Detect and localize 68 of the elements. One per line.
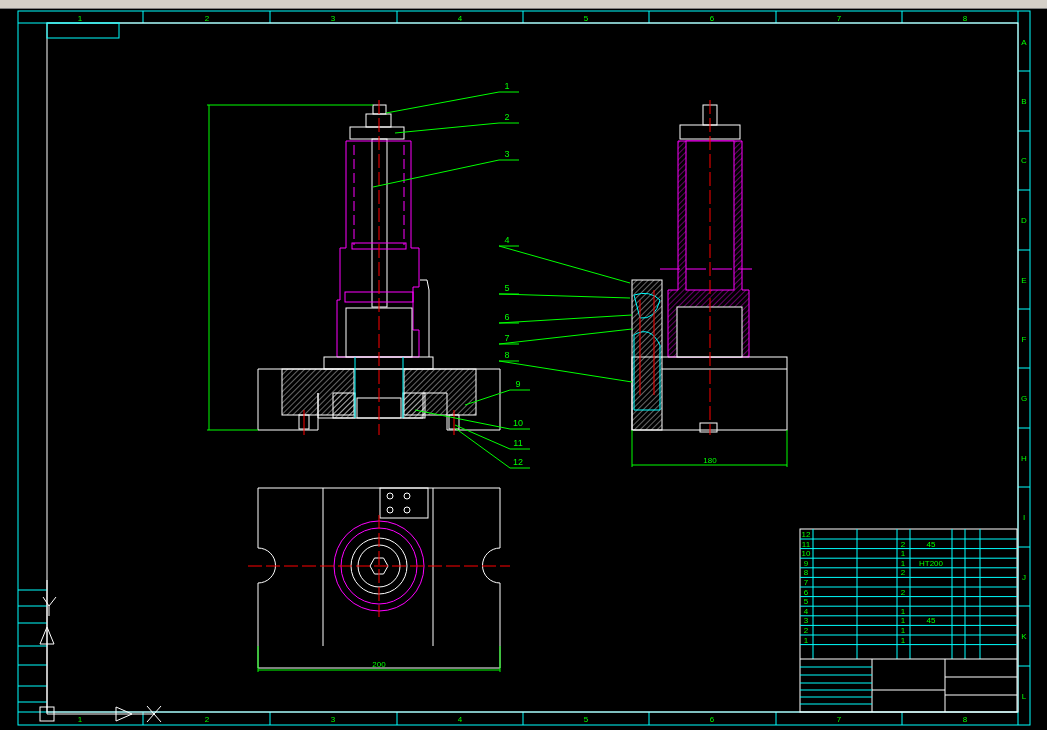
part-number: 10 (801, 549, 811, 559)
row-label: E (1021, 276, 1027, 285)
column-label: 5 (583, 14, 589, 23)
part-quantity: 2 (900, 587, 906, 597)
column-label: 4 (457, 14, 463, 23)
row-label: C (1021, 156, 1027, 165)
row-label: G (1020, 394, 1028, 403)
part-quantity: 1 (900, 626, 906, 635)
part-number: 6 (803, 587, 809, 597)
column-label: 2 (204, 715, 210, 724)
leader-line (464, 389, 531, 406)
column-label: 6 (709, 715, 715, 724)
balloon-number: 6 (504, 312, 510, 322)
dimension-text: 180 (703, 456, 717, 465)
row-label: F (1021, 335, 1027, 344)
balloon-number: 3 (504, 149, 510, 159)
part-quantity: 1 (900, 616, 906, 626)
column-label: 8 (962, 14, 968, 23)
column-label: 3 (330, 715, 336, 724)
part-number: 11 (801, 539, 811, 549)
column-label: 8 (962, 715, 968, 724)
part-number: 7 (803, 578, 809, 587)
column-label: 1 (77, 715, 83, 724)
row-label: H (1021, 454, 1027, 463)
part-material: 45 (926, 539, 936, 549)
part-quantity: 1 (900, 558, 906, 568)
column-label: 4 (457, 715, 463, 724)
part-quantity: 1 (900, 635, 906, 645)
part-quantity: 2 (900, 539, 906, 549)
balloon-number: 9 (515, 379, 521, 389)
part-number: 12 (801, 530, 811, 539)
balloon-number: 2 (504, 112, 510, 122)
row-label: L (1021, 692, 1027, 701)
balloon-number: 1 (504, 81, 510, 91)
part-number: 2 (803, 626, 809, 635)
part-number: 3 (803, 616, 809, 626)
balloon-number: 5 (504, 283, 510, 293)
balloon-number: 7 (504, 333, 510, 343)
row-label: D (1021, 216, 1027, 225)
column-label: 3 (330, 14, 336, 23)
part-number: 1 (803, 635, 809, 645)
dimension-text: 200 (372, 660, 386, 669)
part-number: 9 (803, 558, 809, 568)
part-material: 45 (926, 616, 936, 626)
row-label: A (1021, 38, 1027, 47)
balloon-number: 12 (513, 457, 523, 467)
balloon-number: 4 (504, 235, 510, 245)
column-label: 7 (836, 715, 842, 724)
row-label: I (1022, 513, 1026, 522)
column-label: 1 (77, 14, 83, 23)
column-label: 6 (709, 14, 715, 23)
part-quantity: 1 (900, 606, 906, 616)
row-label: B (1021, 97, 1027, 106)
ucs-icon (39, 579, 162, 723)
column-label: 2 (204, 14, 210, 23)
balloon-number: 8 (504, 350, 510, 360)
part-quantity: 1 (900, 549, 906, 559)
row-label: J (1022, 573, 1026, 582)
column-label: 7 (836, 14, 842, 23)
part-quantity: 2 (900, 568, 906, 578)
balloon-number: 11 (513, 438, 523, 448)
part-number: 5 (803, 597, 809, 607)
column-label: 5 (583, 715, 589, 724)
balloon-number: 10 (513, 418, 523, 428)
part-material: HT200 (919, 558, 943, 568)
row-label: K (1021, 632, 1027, 641)
part-number: 8 (803, 568, 809, 578)
part-number: 4 (803, 606, 809, 616)
